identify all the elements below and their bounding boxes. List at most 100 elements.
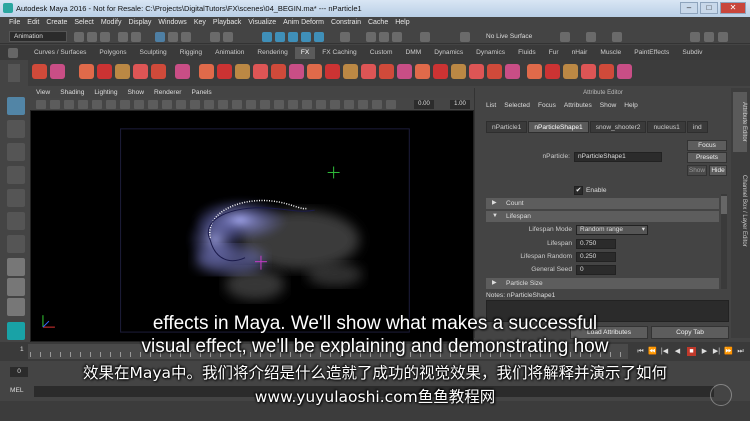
shelf-tab[interactable]: Polygons [93,47,134,59]
fx-shelf-tool-icon[interactable] [133,64,148,79]
menu-create[interactable]: Create [46,17,67,29]
shelf-tab[interactable]: Fur [543,47,566,59]
viewport-menu-renderer[interactable]: Renderer [154,88,182,98]
viewport-toolbar-icon[interactable] [344,100,354,109]
shelf-tab[interactable]: Animation [209,47,252,59]
paint-select-tool-icon[interactable] [7,143,25,161]
channel-box-side-tab[interactable]: Channel Box / Layer Editor [733,156,747,266]
viewport-menu-panels[interactable]: Panels [192,88,212,98]
tab-nparticleshape1[interactable]: nParticleShape1 [528,121,589,133]
menu-anim-deform[interactable]: Anim Deform [283,17,324,29]
fx-shelf-tool-icon[interactable] [343,64,358,79]
lasso-tool-icon[interactable] [7,120,25,138]
tab-snow-shooter2[interactable]: snow_shooter2 [589,121,647,133]
shelf-tab[interactable]: PaintEffects [628,47,677,59]
fx-shelf-tool-icon[interactable] [50,64,65,79]
shelf-tab[interactable]: FX Caching [316,47,364,59]
fx-shelf-tool-icon[interactable] [307,64,322,79]
fx-shelf-tool-icon[interactable] [397,64,412,79]
viewport-toolbar-icon[interactable] [162,100,172,109]
menu-display[interactable]: Display [128,17,151,29]
shelf-menu-icon[interactable] [8,64,20,82]
viewport-toolbar-icon[interactable] [288,100,298,109]
lifespan-mode-dropdown[interactable]: Random range ▾ [576,225,648,235]
viewport-toolbar-icon[interactable] [330,100,340,109]
select-by-object-icon[interactable] [168,32,178,42]
snap-to-grid-icon[interactable] [262,32,272,42]
snap-to-point-icon[interactable] [288,32,298,42]
menu-visualize[interactable]: Visualize [248,17,276,29]
shelf-settings-icon[interactable] [8,48,18,58]
fx-shelf-tool-icon[interactable] [487,64,502,79]
ae-menu-focus[interactable]: Focus [538,100,556,112]
fx-shelf-tool-icon[interactable] [361,64,376,79]
viewport-toolbar-icon[interactable] [120,100,130,109]
last-tool-icon[interactable] [7,235,25,253]
viewport-toolbar-icon[interactable] [36,100,46,109]
fx-shelf-tool-icon[interactable] [175,64,190,79]
menu-playback[interactable]: Playback [213,17,241,29]
fx-shelf-tool-icon[interactable] [545,64,560,79]
menu-windows[interactable]: Windows [158,17,186,29]
input-field-icon[interactable] [420,32,430,42]
ae-menu-selected[interactable]: Selected [504,100,530,112]
hide-button[interactable]: Hide [709,165,727,176]
fx-shelf-tool-icon[interactable] [581,64,596,79]
magnet-icon[interactable] [460,32,470,42]
section-count[interactable]: ▶ Count [486,198,719,209]
redo-icon[interactable] [131,32,141,42]
fx-shelf-tool-icon[interactable] [115,64,130,79]
viewport-toolbar-icon[interactable] [50,100,60,109]
fx-shelf-tool-icon[interactable] [253,64,268,79]
snap-to-curve-icon[interactable] [275,32,285,42]
toggle-channel-box-icon[interactable] [704,32,714,42]
show-button[interactable]: Show [687,165,707,176]
menu-constrain[interactable]: Constrain [331,17,361,29]
shelf-tab[interactable]: Fluids [512,47,543,59]
undo-icon[interactable] [118,32,128,42]
viewport-toolbar-icon[interactable] [78,100,88,109]
selection-mask-icon[interactable] [210,32,220,42]
lifespan-field[interactable]: 0.750 [576,239,616,249]
viewport-toolbar-icon[interactable] [106,100,116,109]
select-by-component-icon[interactable] [181,32,191,42]
render-frame-icon[interactable] [366,32,376,42]
viewport-menu-view[interactable]: View [36,88,50,98]
viewport-toolbar-icon[interactable] [302,100,312,109]
menu-file[interactable]: File [9,17,20,29]
lifespan-random-field[interactable]: 0.250 [576,252,616,262]
fx-shelf-tool-icon[interactable] [217,64,232,79]
ae-scrollbar-thumb[interactable] [721,196,727,214]
viewport-toolbar-icon[interactable] [358,100,368,109]
viewport-toolbar-icon[interactable] [274,100,284,109]
viewport-toolbar-icon[interactable] [218,100,228,109]
select-by-hierarchy-icon[interactable] [155,32,165,42]
render-settings-icon[interactable] [392,32,402,42]
viewport-toolbar-icon[interactable] [260,100,270,109]
viewport-toolbar-icon[interactable] [372,100,382,109]
shelf-tab[interactable]: Dynamics [428,47,471,59]
ipr-render-icon[interactable] [379,32,389,42]
viewport-menu-show[interactable]: Show [128,88,145,98]
shelf-tab[interactable]: DMM [399,47,429,59]
viewport-toolbar-icon[interactable] [316,100,326,109]
history-icon[interactable] [340,32,350,42]
workspace-icon[interactable] [612,32,622,42]
menu-set-selector[interactable]: Animation [9,31,67,42]
menu-modify[interactable]: Modify [101,17,122,29]
viewport-field-a[interactable]: 0.00 [414,100,434,109]
shelf-tab[interactable]: Rendering [251,47,295,59]
symmetry-icon[interactable] [560,32,570,42]
menu-help[interactable]: Help [395,17,409,29]
tab-nparticle1[interactable]: nParticle1 [486,121,528,133]
viewport-field-b[interactable]: 1.00 [450,100,470,109]
menu-cache[interactable]: Cache [368,17,388,29]
fx-shelf-tool-icon[interactable] [271,64,286,79]
fx-shelf-tool-icon[interactable] [379,64,394,79]
four-view-layout-icon[interactable] [7,278,25,296]
fx-shelf-tool-icon[interactable] [325,64,340,79]
tab-nucleus1[interactable]: nucleus1 [647,121,686,133]
move-tool-icon[interactable] [7,166,25,184]
camera-icon[interactable] [586,32,596,42]
shelf-tab[interactable]: Rigging [174,47,210,59]
